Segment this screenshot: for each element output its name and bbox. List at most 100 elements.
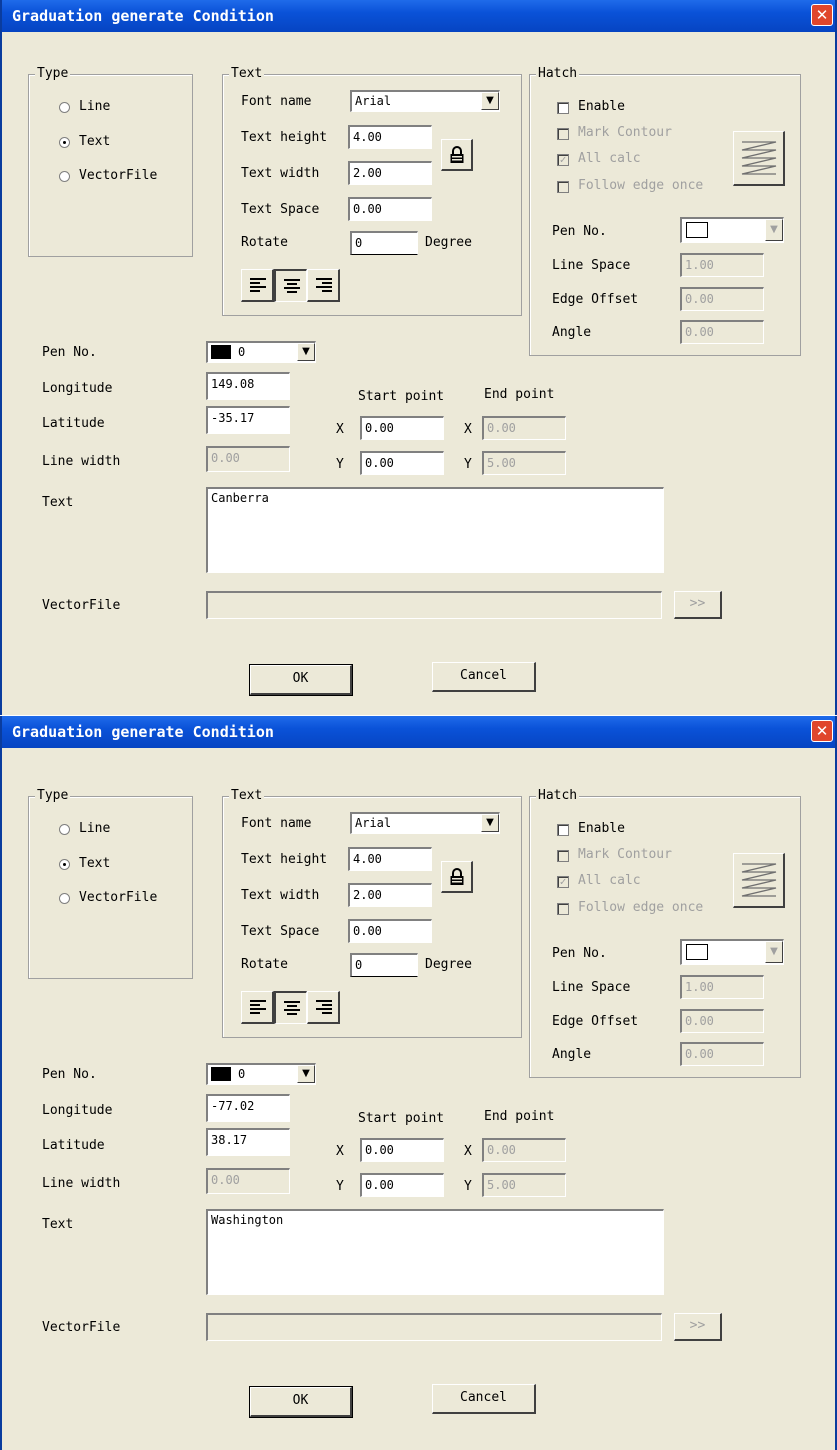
end-y-field[interactable]: 5.00 — [482, 1173, 566, 1197]
text-height-field[interactable]: 4.00 — [348, 125, 432, 149]
align-right-button[interactable] — [307, 269, 340, 302]
align-center-button[interactable] — [274, 991, 307, 1024]
mark-contour-checkbox[interactable] — [557, 850, 569, 862]
start-y-field[interactable]: 0.00 — [360, 451, 444, 475]
text-input[interactable]: Canberra — [206, 487, 664, 573]
hatch-pen-dropdown-button[interactable]: ▼ — [765, 941, 783, 963]
align-right-button[interactable] — [307, 991, 340, 1024]
follow-edge-label[interactable]: Follow edge once — [578, 899, 703, 917]
align-left-button[interactable] — [241, 269, 274, 302]
hatch-options-button[interactable] — [733, 853, 785, 908]
close-button[interactable]: ✕ — [811, 720, 833, 742]
vectorfile-input[interactable] — [206, 1313, 662, 1341]
line-width-field[interactable]: 0.00 — [206, 446, 290, 472]
mark-contour-label[interactable]: Mark Contour — [578, 124, 672, 142]
longitude-field[interactable]: -77.02 — [206, 1094, 290, 1122]
pen-no-dropdown-button[interactable]: ▼ — [297, 1065, 315, 1083]
text-height-field[interactable]: 4.00 — [348, 847, 432, 871]
alignment-buttons — [241, 991, 341, 1024]
follow-edge-checkbox[interactable] — [557, 903, 569, 915]
cancel-button[interactable]: Cancel — [432, 662, 536, 692]
edge-offset-field[interactable]: 0.00 — [680, 287, 764, 311]
title-bar[interactable]: Graduation generate Condition ✕ — [2, 716, 835, 748]
end-x-field[interactable]: 0.00 — [482, 416, 566, 440]
follow-edge-checkbox[interactable] — [557, 181, 569, 193]
rotate-field[interactable]: 0 — [350, 231, 418, 255]
mark-contour-checkbox[interactable] — [557, 128, 569, 140]
type-line-radio[interactable] — [59, 102, 70, 113]
line-space-field[interactable]: 1.00 — [680, 975, 764, 999]
mark-contour-label[interactable]: Mark Contour — [578, 846, 672, 864]
title-bar[interactable]: Graduation generate Condition ✕ — [2, 0, 835, 32]
text-width-field[interactable]: 2.00 — [348, 883, 432, 907]
cancel-button[interactable]: Cancel — [432, 1384, 536, 1414]
alignment-buttons — [241, 269, 341, 302]
font-name-dropdown-button[interactable]: ▼ — [481, 92, 499, 110]
start-y-field[interactable]: 0.00 — [360, 1173, 444, 1197]
all-calc-label[interactable]: All calc — [578, 150, 641, 168]
end-y-field[interactable]: 5.00 — [482, 451, 566, 475]
close-button[interactable]: ✕ — [811, 4, 833, 26]
hatch-enable-label[interactable]: Enable — [578, 820, 625, 838]
ok-button[interactable]: OK — [249, 664, 353, 696]
text-width-field[interactable]: 2.00 — [348, 161, 432, 185]
edge-offset-field[interactable]: 0.00 — [680, 1009, 764, 1033]
hatch-enable-label[interactable]: Enable — [578, 98, 625, 116]
type-group: Type Line Text VectorFile — [28, 788, 193, 979]
type-line-radio[interactable] — [59, 824, 70, 835]
line-space-field[interactable]: 1.00 — [680, 253, 764, 277]
end-x-field[interactable]: 0.00 — [482, 1138, 566, 1162]
type-vectorfile-label[interactable]: VectorFile — [79, 167, 157, 185]
hatch-group-title: Hatch — [536, 788, 580, 804]
start-x-field[interactable]: 0.00 — [360, 1138, 444, 1162]
degree-label: Degree — [425, 235, 472, 250]
rotate-field[interactable]: 0 — [350, 953, 418, 977]
latitude-field[interactable]: -35.17 — [206, 406, 290, 434]
dialog-title: Graduation generate Condition — [12, 7, 274, 25]
longitude-field[interactable]: 149.08 — [206, 372, 290, 400]
vectorfile-input[interactable] — [206, 591, 662, 619]
aspect-lock-button[interactable] — [441, 861, 473, 893]
all-calc-checkbox[interactable]: ✓ — [557, 154, 569, 166]
type-line-label[interactable]: Line — [79, 820, 110, 838]
type-text-radio[interactable] — [59, 137, 70, 148]
text-width-label: Text width — [241, 888, 320, 903]
pen-no-value: 0 — [238, 345, 246, 359]
latitude-field[interactable]: 38.17 — [206, 1128, 290, 1156]
text-space-field[interactable]: 0.00 — [348, 197, 432, 221]
text-space-field[interactable]: 0.00 — [348, 919, 432, 943]
type-vectorfile-radio[interactable] — [59, 893, 70, 904]
hatch-enable-checkbox[interactable] — [557, 824, 569, 836]
start-x-field[interactable]: 0.00 — [360, 416, 444, 440]
font-name-dropdown-button[interactable]: ▼ — [481, 814, 499, 832]
type-line-label[interactable]: Line — [79, 98, 110, 116]
pen-no-select[interactable]: 0 ▼ — [206, 1063, 316, 1085]
angle-field[interactable]: 0.00 — [680, 1042, 764, 1066]
follow-edge-label[interactable]: Follow edge once — [578, 177, 703, 195]
line-width-field[interactable]: 0.00 — [206, 1168, 290, 1194]
hatch-options-button[interactable] — [733, 131, 785, 186]
hatch-pen-dropdown-button[interactable]: ▼ — [765, 219, 783, 241]
pen-no-select[interactable]: 0 ▼ — [206, 341, 316, 363]
type-text-radio[interactable] — [59, 859, 70, 870]
align-center-button[interactable] — [274, 269, 307, 302]
font-name-select[interactable]: Arial ▼ — [350, 812, 500, 834]
hatch-enable-checkbox[interactable] — [557, 102, 569, 114]
ok-button[interactable]: OK — [249, 1386, 353, 1418]
align-left-button[interactable] — [241, 991, 274, 1024]
type-text-label[interactable]: Text — [79, 855, 110, 873]
pen-no-dropdown-button[interactable]: ▼ — [297, 343, 315, 361]
hatch-pen-select[interactable]: ▼ — [680, 217, 784, 243]
aspect-lock-button[interactable] — [441, 139, 473, 171]
text-input[interactable]: Washington — [206, 1209, 664, 1295]
all-calc-label[interactable]: All calc — [578, 872, 641, 890]
font-name-select[interactable]: Arial ▼ — [350, 90, 500, 112]
browse-button[interactable]: >> — [674, 591, 722, 619]
type-vectorfile-label[interactable]: VectorFile — [79, 889, 157, 907]
type-vectorfile-radio[interactable] — [59, 171, 70, 182]
hatch-pen-select[interactable]: ▼ — [680, 939, 784, 965]
all-calc-checkbox[interactable]: ✓ — [557, 876, 569, 888]
angle-field[interactable]: 0.00 — [680, 320, 764, 344]
browse-button[interactable]: >> — [674, 1313, 722, 1341]
type-text-label[interactable]: Text — [79, 133, 110, 151]
